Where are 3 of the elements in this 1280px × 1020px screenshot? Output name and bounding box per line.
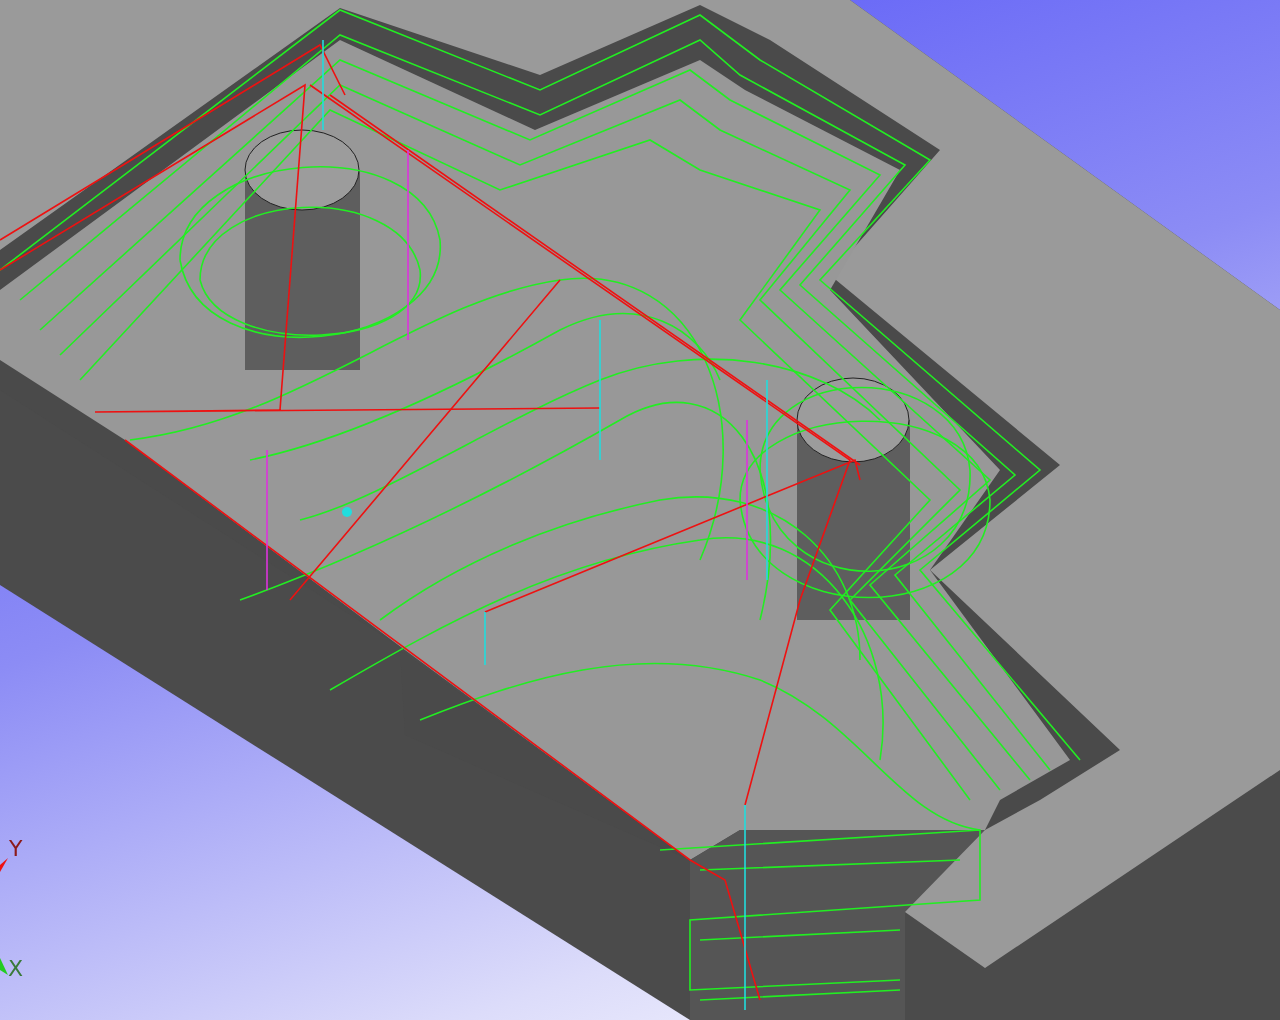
axis-label: Y xyxy=(9,838,23,860)
axis-label: X xyxy=(8,958,24,980)
3d-viewport[interactable]: Y X xyxy=(0,0,1280,1020)
